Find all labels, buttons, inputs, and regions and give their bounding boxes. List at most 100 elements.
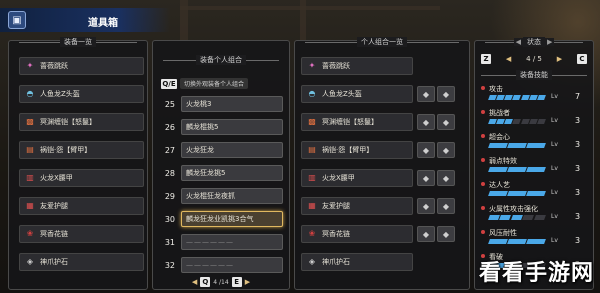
- set-name-button[interactable]: 麟龙狂龙业凯挑3合气: [181, 211, 283, 227]
- personal-equipment-label: 冥香花链: [322, 230, 350, 238]
- skill-level-bar: [488, 191, 546, 196]
- skill-row: 风压耐性 Lv 3: [481, 227, 585, 251]
- skill-pip: [507, 239, 527, 244]
- set-name-button[interactable]: 麟龙棍挑5: [181, 119, 283, 135]
- set-row[interactable]: 25 火龙桃3: [161, 95, 283, 113]
- skill-level-bar: [488, 143, 546, 148]
- set-number: 30: [164, 214, 175, 224]
- personal-set-panel: 个人组合一览 ✦ 蔷薇跳跃 ◓ 人鱼龙Z头盔 ◆ ◆ ▩ 冥渊缠铠【怒鬣】 ◆ ◆ ▤ 祸铠·怨【臂甲…: [294, 37, 470, 290]
- page-next-icon[interactable]: ▶: [245, 278, 250, 286]
- equipment-item[interactable]: ❀ 冥香花链: [19, 225, 144, 243]
- decoration-slot-icon[interactable]: ◆: [437, 86, 455, 102]
- set-row[interactable]: 30 麟龙狂龙业凯挑3合气: [161, 210, 283, 228]
- set-name-button[interactable]: 麟龙狂龙挑5: [181, 165, 283, 181]
- page-q-button[interactable]: Q: [200, 277, 211, 287]
- equipment-item[interactable]: ▥ 火龙X腰甲: [19, 169, 144, 187]
- skill-level-label: Lv: [551, 237, 558, 244]
- skill-pip: [526, 143, 546, 148]
- charm-icon: ❀: [308, 229, 316, 238]
- personal-equipment-item[interactable]: ▥ 火龙X腰甲: [301, 169, 413, 187]
- status-next-arrow-icon[interactable]: ▶: [545, 38, 555, 46]
- personal-equipment-item[interactable]: ▩ 冥渊缠铠【怒鬣】: [301, 113, 413, 131]
- equipment-item-label: 火龙X腰甲: [40, 174, 73, 182]
- set-name-button[interactable]: 火龙棍狂龙夜抓: [181, 188, 283, 204]
- decoration-slots: ◆ ◆: [417, 198, 455, 214]
- weapon-icon: ✦: [26, 61, 34, 70]
- decoration-slot-icon[interactable]: ◆: [437, 170, 455, 186]
- skill-level-bar: [488, 119, 546, 124]
- skill-row: 挑战者 Lv 3: [481, 107, 585, 131]
- page-prev-icon[interactable]: ◀: [192, 278, 197, 286]
- equipment-item-label: 友爱护腿: [40, 202, 68, 210]
- set-row[interactable]: 29 火龙棍狂龙夜抓: [161, 187, 283, 205]
- status-prev-arrow-icon[interactable]: ◀: [513, 38, 523, 46]
- equipment-item[interactable]: ▤ 祸铠·怨【臂甲】: [19, 141, 144, 159]
- decoration-slot-icon[interactable]: ◆: [417, 114, 435, 130]
- skill-pip: [536, 95, 546, 100]
- skill-level-label: Lv: [551, 165, 558, 172]
- decoration-slot-icon[interactable]: ◆: [437, 114, 455, 130]
- watermark: 看看手游网: [478, 261, 594, 286]
- decoration-slots: ◆ ◆: [417, 142, 455, 158]
- skill-level-value: 3: [575, 212, 581, 221]
- status-right-arrow-icon[interactable]: ▶: [557, 55, 562, 63]
- decoration-slot-icon[interactable]: ◆: [417, 198, 435, 214]
- sets-panel-title: 装备个人组合: [196, 55, 246, 65]
- set-name-button[interactable]: 火龙桃3: [181, 96, 283, 112]
- decoration-slot-icon[interactable]: ◆: [417, 170, 435, 186]
- personal-equipment-item[interactable]: ◈ 神爪护石: [301, 253, 413, 271]
- personal-equipment-item[interactable]: ▦ 友爱护腿: [301, 197, 413, 215]
- swap-hint-text: 切换外观装备个人组合: [180, 78, 249, 89]
- skill-level-value: 3: [575, 116, 581, 125]
- set-row[interactable]: 32 ——————: [161, 256, 283, 274]
- set-row[interactable]: 28 麟龙狂龙挑5: [161, 164, 283, 182]
- set-row[interactable]: 27 火龙狂龙: [161, 141, 283, 159]
- equipment-item[interactable]: ◓ 人鱼龙Z头盔: [19, 85, 144, 103]
- decoration-slot-icon[interactable]: ◆: [417, 86, 435, 102]
- skill-marker-icon: [481, 182, 485, 186]
- equipment-item[interactable]: ✦ 蔷薇跳跃: [19, 57, 144, 75]
- legs-icon: ▦: [26, 201, 34, 210]
- personal-equipment-item[interactable]: ▤ 祸铠·怨【臂甲】: [301, 141, 413, 159]
- decoration-slot-icon[interactable]: ◆: [437, 142, 455, 158]
- skill-name: 挑战者: [489, 109, 510, 117]
- skill-pip: [499, 215, 512, 220]
- equipment-item[interactable]: ◈ 神爪护石: [19, 253, 144, 271]
- mantle-icon: ◈: [308, 257, 316, 266]
- arms-icon: ▤: [26, 145, 34, 154]
- status-page-indicator: 4 / 5: [526, 55, 542, 63]
- set-name-button[interactable]: ——————: [181, 257, 283, 273]
- skill-level-value: 3: [575, 164, 581, 173]
- equipment-item-label: 冥渊缠铠【怒鬣】: [40, 118, 96, 126]
- personal-equipment-item[interactable]: ✦ 蔷薇跳跃: [301, 57, 413, 75]
- status-panel-title: 状态: [523, 37, 545, 47]
- equipment-item[interactable]: ▦ 友爱护腿: [19, 197, 144, 215]
- skill-name: 风压耐性: [489, 229, 517, 237]
- status-c-button[interactable]: C: [577, 54, 587, 64]
- charm-icon: ❀: [26, 229, 34, 238]
- set-name-button[interactable]: 火龙狂龙: [181, 142, 283, 158]
- status-left-arrow-icon[interactable]: ◀: [506, 55, 511, 63]
- decoration-slot-icon[interactable]: ◆: [417, 142, 435, 158]
- page-e-button[interactable]: E: [231, 277, 242, 287]
- personal-equipment-item[interactable]: ◓ 人鱼龙Z头盔: [301, 85, 413, 103]
- equipment-item[interactable]: ▩ 冥渊缠铠【怒鬣】: [19, 113, 144, 131]
- set-number: 26: [164, 122, 175, 132]
- set-row[interactable]: 26 麟龙棍挑5: [161, 118, 283, 136]
- decoration-slot-icon[interactable]: ◆: [437, 198, 455, 214]
- personal-equipment-item[interactable]: ❀ 冥香花链: [301, 225, 413, 243]
- page-indicator: 4 /14: [213, 278, 229, 286]
- set-name-button[interactable]: ——————: [181, 234, 283, 250]
- skill-pip: [522, 215, 535, 220]
- equipment-item-label: 蔷薇跳跃: [40, 62, 68, 70]
- qe-button-icon[interactable]: Q/E: [161, 78, 177, 89]
- helmet-icon: ◓: [26, 89, 34, 98]
- status-z-button[interactable]: Z: [481, 54, 491, 64]
- set-row[interactable]: 31 ——————: [161, 233, 283, 251]
- skill-pip: [526, 239, 546, 244]
- personal-equipment-label: 友爱护腿: [322, 202, 350, 210]
- decoration-slot-icon[interactable]: ◆: [417, 226, 435, 242]
- personal-equipment-label: 火龙X腰甲: [322, 174, 355, 182]
- decoration-slot-icon[interactable]: ◆: [437, 226, 455, 242]
- skill-level-bar: [488, 215, 546, 220]
